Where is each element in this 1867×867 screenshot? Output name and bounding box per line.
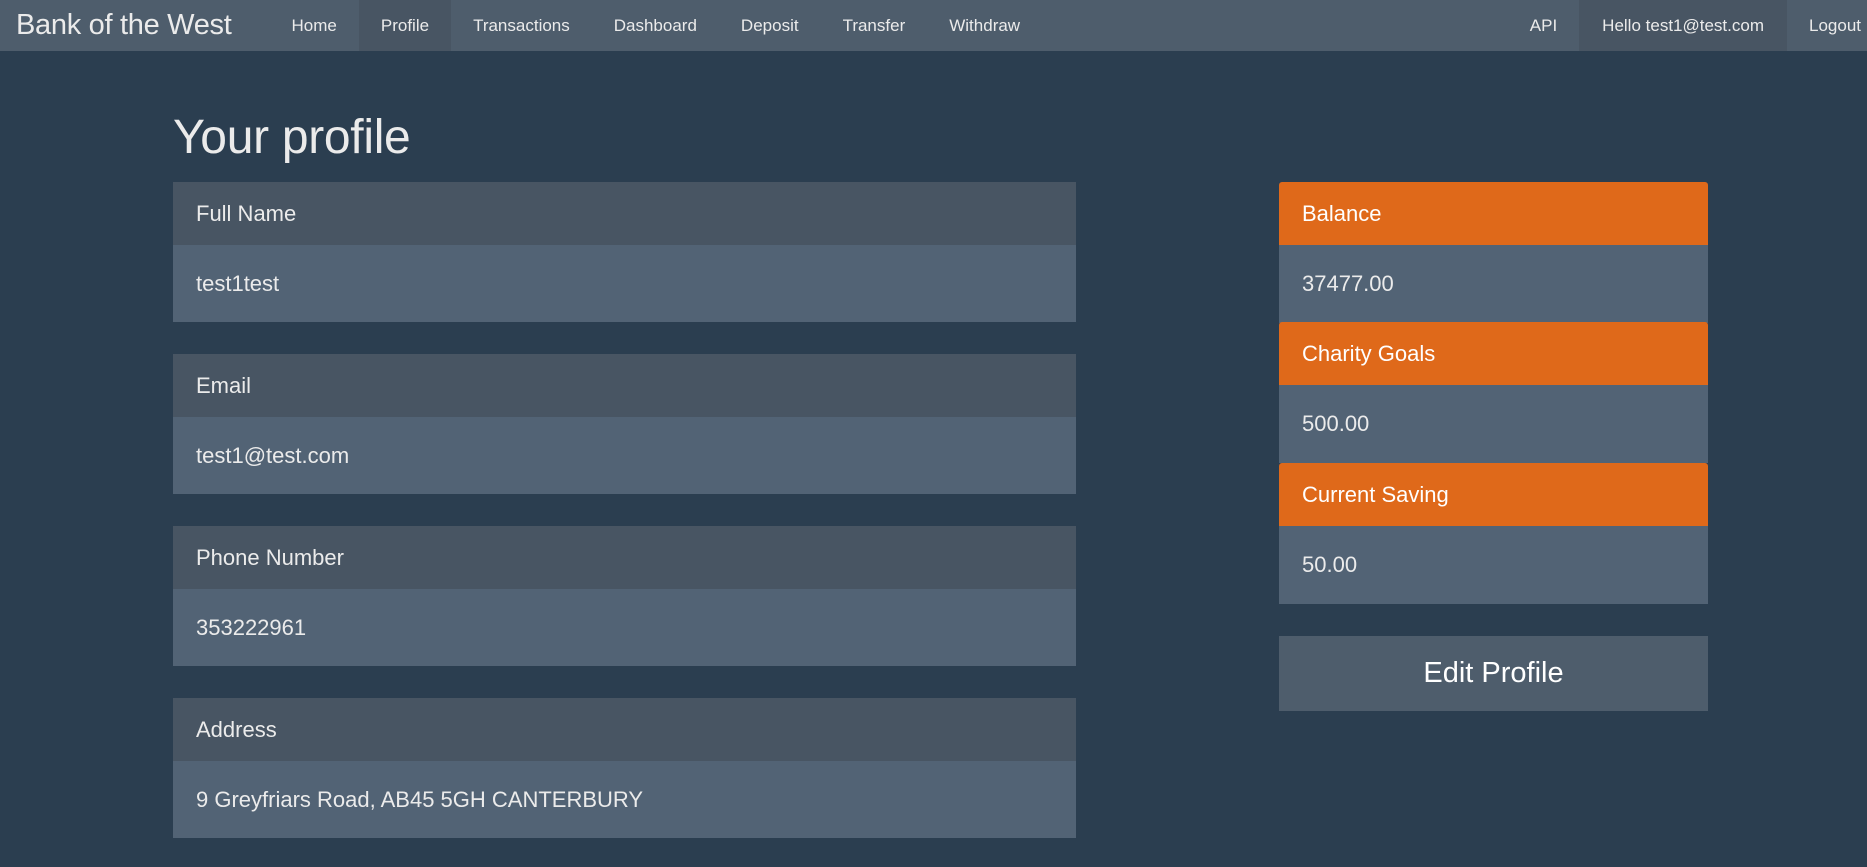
address-value: 9 Greyfriars Road, AB45 5GH CANTERBURY [173, 761, 1076, 838]
phone-value: 353222961 [173, 589, 1076, 666]
nav-right-group: API Hello test1@test.com Logout [1508, 0, 1867, 51]
phone-panel: Phone Number 353222961 [173, 526, 1076, 666]
full-name-panel: Full Name test1test [173, 182, 1076, 322]
top-navbar: Bank of the West Home Profile Transactio… [0, 0, 1867, 51]
email-label: Email [173, 354, 1076, 417]
charity-goals-value: 500.00 [1279, 385, 1708, 463]
nav-left-group: Home Profile Transactions Dashboard Depo… [270, 0, 1043, 51]
current-saving-panel: Current Saving 50.00 [1279, 463, 1708, 604]
edit-profile-button[interactable]: Edit Profile [1279, 636, 1708, 711]
nav-dashboard[interactable]: Dashboard [592, 0, 719, 51]
address-label: Address [173, 698, 1076, 761]
full-name-value: test1test [173, 245, 1076, 322]
page-title: Your profile [173, 111, 411, 164]
nav-transfer[interactable]: Transfer [821, 0, 928, 51]
balance-label: Balance [1279, 182, 1708, 245]
current-saving-label: Current Saving [1279, 463, 1708, 526]
nav-transactions[interactable]: Transactions [451, 0, 592, 51]
current-saving-value: 50.00 [1279, 526, 1708, 604]
charity-goals-panel: Charity Goals 500.00 [1279, 322, 1708, 463]
nav-withdraw[interactable]: Withdraw [927, 0, 1042, 51]
email-value: test1@test.com [173, 417, 1076, 494]
nav-home[interactable]: Home [270, 0, 359, 51]
brand-logo[interactable]: Bank of the West [0, 0, 248, 51]
charity-goals-label: Charity Goals [1279, 322, 1708, 385]
full-name-label: Full Name [173, 182, 1076, 245]
nav-logout[interactable]: Logout [1787, 0, 1867, 51]
balance-panel: Balance 37477.00 [1279, 182, 1708, 323]
nav-api[interactable]: API [1508, 0, 1579, 51]
nav-user-greeting[interactable]: Hello test1@test.com [1579, 0, 1787, 51]
balance-value: 37477.00 [1279, 245, 1708, 323]
phone-label: Phone Number [173, 526, 1076, 589]
email-panel: Email test1@test.com [173, 354, 1076, 494]
nav-deposit[interactable]: Deposit [719, 0, 821, 51]
address-panel: Address 9 Greyfriars Road, AB45 5GH CANT… [173, 698, 1076, 838]
nav-profile[interactable]: Profile [358, 0, 452, 51]
